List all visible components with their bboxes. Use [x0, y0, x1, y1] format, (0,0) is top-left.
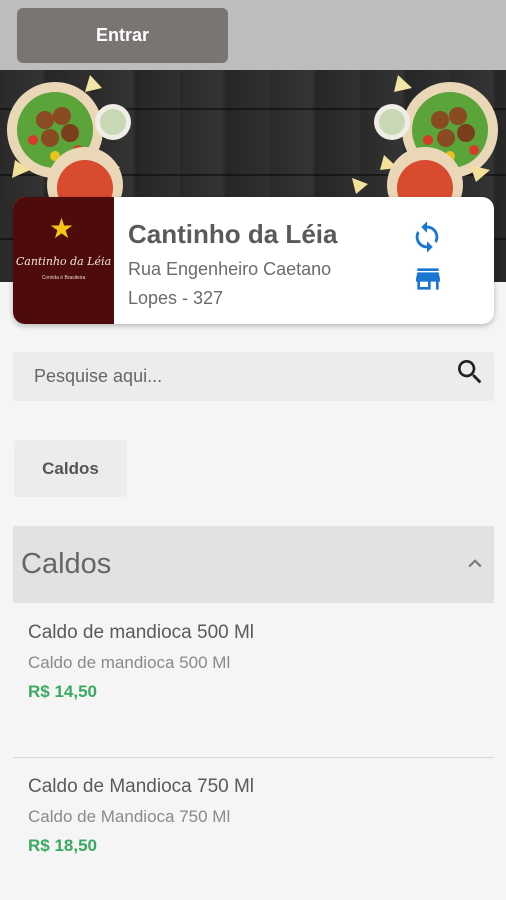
item-name: Caldo de Mandioca 750 Ml	[28, 776, 255, 797]
search-bar	[13, 352, 494, 401]
store-info-card: ★ Cantinho da Léia Comida é Brasileira C…	[13, 197, 494, 324]
section-header-caldos[interactable]: Caldos	[13, 526, 494, 603]
item-price: R$ 18,50	[28, 836, 97, 855]
search-input[interactable]	[13, 352, 443, 401]
item-divider	[13, 757, 494, 758]
sync-icon[interactable]	[409, 220, 445, 254]
store-name: Cantinho da Léia	[128, 219, 338, 249]
category-chip-caldos[interactable]: Caldos	[14, 440, 127, 497]
star-icon: ★	[49, 213, 75, 244]
store-address: Rua Engenheiro Caetano Lopes - 327	[128, 259, 332, 308]
search-icon[interactable]	[454, 356, 486, 388]
item-name: Caldo de mandioca 500 Ml	[28, 622, 255, 643]
menu-item[interactable]: Caldo de Mandioca 750 Ml Caldo de Mandio…	[13, 776, 494, 896]
section-title: Caldos	[21, 548, 112, 580]
storefront-icon[interactable]	[412, 263, 444, 295]
menu-item[interactable]: Caldo de mandioca 500 Ml Caldo de mandio…	[13, 622, 494, 742]
item-price: R$ 14,50	[28, 682, 97, 701]
item-description: Caldo de mandioca 500 Ml	[28, 653, 231, 672]
chevron-up-icon[interactable]	[465, 554, 485, 574]
store-logo: ★ Cantinho da Léia Comida é Brasileira	[13, 197, 114, 324]
item-description: Caldo de Mandioca 750 Ml	[28, 807, 231, 826]
logo-script-text: Cantinho da Léia	[15, 255, 112, 268]
logo-subtitle: Comida é Brasileira	[41, 275, 86, 281]
login-button[interactable]: Entrar	[17, 8, 228, 63]
top-bar: Entrar	[0, 0, 506, 70]
